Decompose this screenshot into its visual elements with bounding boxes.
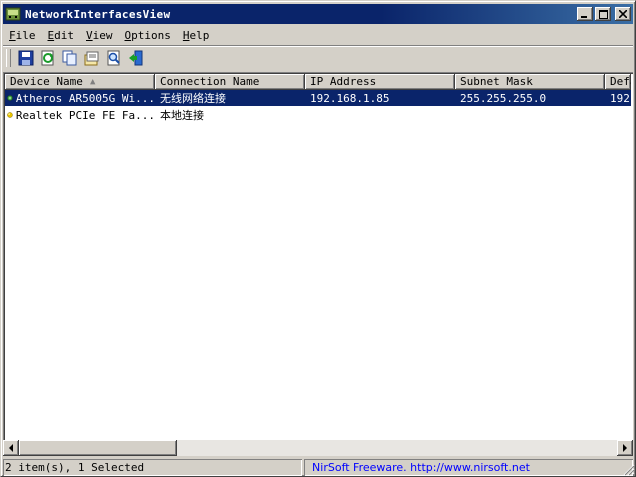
column-ip-address[interactable]: IP Address bbox=[305, 74, 455, 90]
properties-icon bbox=[84, 51, 99, 66]
status-item-count: 2 item(s), 1 Selected bbox=[3, 459, 302, 476]
exit-button[interactable] bbox=[125, 48, 147, 68]
connection-name: 无线网络连接 bbox=[160, 92, 226, 105]
copy-icon bbox=[62, 50, 77, 66]
find-button[interactable] bbox=[103, 48, 125, 68]
list-header: Device Name ▲ Connection Name IP Address … bbox=[5, 74, 631, 90]
menu-help[interactable]: Help bbox=[177, 29, 216, 42]
menu-view[interactable]: View bbox=[80, 29, 119, 42]
close-button[interactable] bbox=[615, 7, 631, 21]
properties-button[interactable] bbox=[81, 48, 103, 68]
maximize-icon bbox=[598, 9, 608, 19]
save-icon bbox=[18, 50, 34, 66]
horizontal-scrollbar[interactable] bbox=[3, 440, 633, 456]
exit-icon bbox=[129, 50, 143, 66]
device-name: Atheros AR5005G Wi... bbox=[15, 91, 155, 105]
interfaces-list[interactable]: Device Name ▲ Connection Name IP Address … bbox=[3, 72, 633, 455]
menu-file[interactable]: File bbox=[3, 29, 42, 42]
find-icon bbox=[107, 50, 120, 66]
column-subnet-mask[interactable]: Subnet Mask bbox=[455, 74, 605, 90]
sort-ascending-icon: ▲ bbox=[90, 77, 96, 87]
menu-edit[interactable]: Edit bbox=[42, 29, 81, 42]
ip-address: 192.168.1.85 bbox=[310, 91, 390, 105]
menu-options[interactable]: Options bbox=[119, 29, 177, 42]
status-bar: 2 item(s), 1 Selected NirSoft Freeware. … bbox=[3, 459, 633, 476]
column-default-gateway[interactable]: Defa bbox=[605, 74, 631, 90]
refresh-button[interactable] bbox=[37, 48, 59, 68]
nirsoft-link[interactable]: NirSoft Freeware. http://www.nirsoft.net bbox=[306, 461, 530, 474]
toolbar bbox=[3, 47, 633, 69]
title-bar[interactable]: NetworkInterfacesView bbox=[3, 4, 633, 24]
column-connection-name[interactable]: Connection Name bbox=[155, 74, 305, 90]
minimize-button[interactable] bbox=[577, 7, 593, 21]
maximize-button[interactable] bbox=[595, 7, 611, 21]
window-title: NetworkInterfacesView bbox=[25, 7, 171, 21]
close-icon bbox=[619, 10, 627, 18]
scroll-right-button[interactable] bbox=[617, 440, 633, 456]
minimize-icon bbox=[581, 16, 587, 18]
app-window: NetworkInterfacesView File Edit View Opt… bbox=[0, 0, 636, 477]
menu-bar: File Edit View Options Help bbox=[3, 26, 633, 44]
network-disconnected-icon bbox=[7, 112, 13, 118]
arrow-left-icon bbox=[9, 444, 13, 452]
toolbar-grip[interactable] bbox=[6, 49, 11, 67]
scroll-thumb[interactable] bbox=[19, 440, 177, 456]
column-device-name[interactable]: Device Name ▲ bbox=[5, 74, 155, 90]
resize-grip-icon[interactable] bbox=[621, 462, 635, 476]
subnet-mask: 255.255.255.0 bbox=[460, 91, 547, 105]
connection-name: 本地连接 bbox=[160, 109, 204, 122]
refresh-icon bbox=[41, 50, 54, 66]
app-icon bbox=[5, 7, 21, 21]
default-gateway: 192. bbox=[610, 91, 631, 105]
table-row[interactable]: Atheros AR5005G Wi... 无线网络连接 192.168.1.8… bbox=[5, 90, 631, 106]
copy-button[interactable] bbox=[59, 48, 81, 68]
arrow-right-icon bbox=[623, 444, 627, 452]
table-row[interactable]: Realtek PCIe FE Fa... 本地连接 bbox=[5, 107, 631, 123]
scroll-left-button[interactable] bbox=[3, 440, 19, 456]
device-name: Realtek PCIe FE Fa... bbox=[15, 108, 155, 122]
network-connected-icon bbox=[7, 95, 13, 101]
save-button[interactable] bbox=[15, 48, 37, 68]
